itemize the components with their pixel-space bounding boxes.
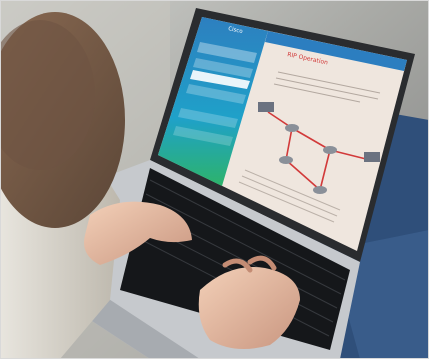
router-icon: [285, 124, 299, 132]
pc-icon: [364, 152, 380, 162]
photo-illustration: Cisco RIP Operation: [0, 0, 429, 359]
router-icon: [279, 156, 293, 164]
router-icon: [323, 146, 337, 154]
pc-icon: [258, 102, 274, 112]
photo-scene: Cisco RIP Operation: [0, 0, 429, 359]
router-icon: [313, 186, 327, 194]
